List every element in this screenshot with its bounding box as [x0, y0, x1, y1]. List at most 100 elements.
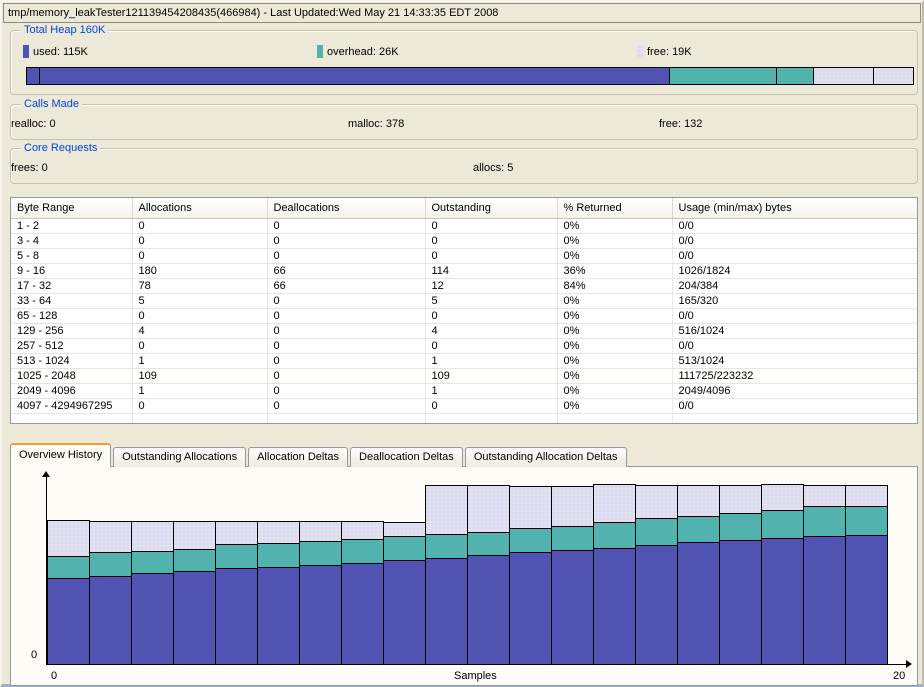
table-cell: [557, 414, 672, 425]
table-cell: 66: [267, 264, 425, 279]
heap-legend: used: 115Koverhead: 26Kfree: 19K: [11, 45, 917, 59]
x-axis-arrow-icon: [906, 660, 912, 668]
legend-label-free: free: 19K: [647, 46, 692, 58]
table-row[interactable]: 4097 - 42949672950000%0/0: [11, 399, 917, 414]
table-cell: 0: [425, 309, 557, 324]
free-segment: [804, 486, 845, 507]
table-cell: 516/1024: [672, 324, 917, 339]
column-header[interactable]: Byte Range: [11, 198, 132, 219]
used-segment: [636, 546, 677, 664]
table-cell: 0: [267, 369, 425, 384]
table-cell: [267, 414, 425, 425]
used-segment: [174, 572, 215, 664]
sample-bar-10: [425, 485, 468, 664]
window-title: tmp/memory_leakTester121139454208435(466…: [8, 7, 498, 19]
free-segment: [678, 486, 719, 517]
table-row[interactable]: 1 - 20000%0/0: [11, 219, 917, 234]
used-segment: [132, 574, 173, 664]
used-segment: [426, 559, 467, 664]
table-cell: 5 - 8: [11, 249, 132, 264]
used-segment: [258, 568, 299, 664]
column-header[interactable]: Allocations: [132, 198, 267, 219]
table-cell: 0%: [557, 249, 672, 264]
total-heap-groupbox: Total Heap 160K used: 115Koverhead: 26Kf…: [10, 30, 918, 95]
table-cell: 0%: [557, 294, 672, 309]
column-header[interactable]: Usage (min/max) bytes: [672, 198, 917, 219]
table-row[interactable]: 513 - 10241010%513/1024: [11, 354, 917, 369]
used-segment: [300, 566, 341, 664]
table-row[interactable]: 65 - 1280000%0/0: [11, 309, 917, 324]
free-segment: [594, 485, 635, 523]
tab-outstanding-allocations[interactable]: Outstanding Allocations: [113, 447, 246, 467]
heap-usage-bar: [26, 67, 914, 85]
overhead-segment: [132, 552, 173, 574]
chart-bars: [47, 484, 888, 664]
table-cell: 1: [132, 384, 267, 399]
column-header[interactable]: Outstanding: [425, 198, 557, 219]
column-header[interactable]: % Returned: [557, 198, 672, 219]
table-cell: 0: [425, 399, 557, 414]
table-row[interactable]: 17 - 3278661284%204/384: [11, 279, 917, 294]
table-cell: 109: [425, 369, 557, 384]
table-row[interactable]: 3 - 40000%0/0: [11, 234, 917, 249]
overhead-segment: [468, 533, 509, 556]
tab-deallocation-deltas[interactable]: Deallocation Deltas: [350, 447, 463, 467]
table-row[interactable]: 5 - 80000%0/0: [11, 249, 917, 264]
sample-bar-4: [173, 521, 216, 664]
table-row[interactable]: 33 - 645050%165/320: [11, 294, 917, 309]
used-segment: [552, 551, 593, 664]
table-cell: 0/0: [672, 309, 917, 324]
table-cell: 65 - 128: [11, 309, 132, 324]
table-row[interactable]: 2049 - 40961010%2049/4096: [11, 384, 917, 399]
overhead-segment: [48, 557, 89, 579]
overhead-segment: [384, 537, 425, 561]
overhead-segment: [510, 529, 551, 553]
tab-allocation-deltas[interactable]: Allocation Deltas: [248, 447, 348, 467]
tab-overview-history[interactable]: Overview History: [10, 443, 111, 467]
table-row[interactable]: 1025 - 204810901090%111725/223232: [11, 369, 917, 384]
sample-bar-1: [47, 520, 90, 664]
table-cell: 180: [132, 264, 267, 279]
table-cell: 0: [425, 234, 557, 249]
table-cell: 0%: [557, 324, 672, 339]
sample-bar-3: [131, 521, 174, 664]
sample-bar-7: [299, 521, 342, 664]
table-cell: 0: [267, 384, 425, 399]
free-segment: [174, 522, 215, 550]
table-cell: 0: [267, 399, 425, 414]
used-segment: [804, 537, 845, 664]
table-cell: 0: [132, 234, 267, 249]
overhead-segment: [678, 517, 719, 543]
table-cell: 4: [425, 324, 557, 339]
table-cell: 78: [132, 279, 267, 294]
legend-item-free: free: 19K: [637, 45, 692, 58]
overview-history-panel: 0 0 Samples 20: [10, 466, 918, 686]
tab-outstanding-allocation-deltas[interactable]: Outstanding Allocation Deltas: [465, 447, 627, 467]
free-segment: [468, 486, 509, 533]
calls-made-stat-1: free: 132: [659, 118, 702, 130]
table-row[interactable]: 129 - 2564040%516/1024: [11, 324, 917, 339]
core-requests-stat-0: allocs: 5: [473, 162, 513, 174]
overhead-segment: [90, 553, 131, 577]
sample-bar-8: [341, 521, 384, 664]
x-axis-end-label: 20: [893, 670, 905, 682]
sample-bar-15: [635, 485, 678, 664]
table-cell: 0%: [557, 219, 672, 234]
table-cell: 513 - 1024: [11, 354, 132, 369]
table-row[interactable]: 9 - 161806611436%1026/1824: [11, 264, 917, 279]
column-header[interactable]: Deallocations: [267, 198, 425, 219]
table-cell: 0: [132, 399, 267, 414]
sample-bar-13: [551, 486, 594, 664]
free-color-swatch-icon: [637, 45, 643, 58]
sample-bar-18: [761, 484, 804, 664]
sample-bar-12: [509, 486, 552, 664]
table-row[interactable]: 257 - 5120000%0/0: [11, 339, 917, 354]
free-segment: [762, 485, 803, 511]
table-cell: 204/384: [672, 279, 917, 294]
table-cell: 2049/4096: [672, 384, 917, 399]
table-cell: 0: [267, 354, 425, 369]
free-segment: [342, 522, 383, 540]
free-segment: [720, 486, 761, 514]
total-heap-title: Total Heap 160K: [21, 24, 108, 36]
table-cell: 0: [132, 219, 267, 234]
